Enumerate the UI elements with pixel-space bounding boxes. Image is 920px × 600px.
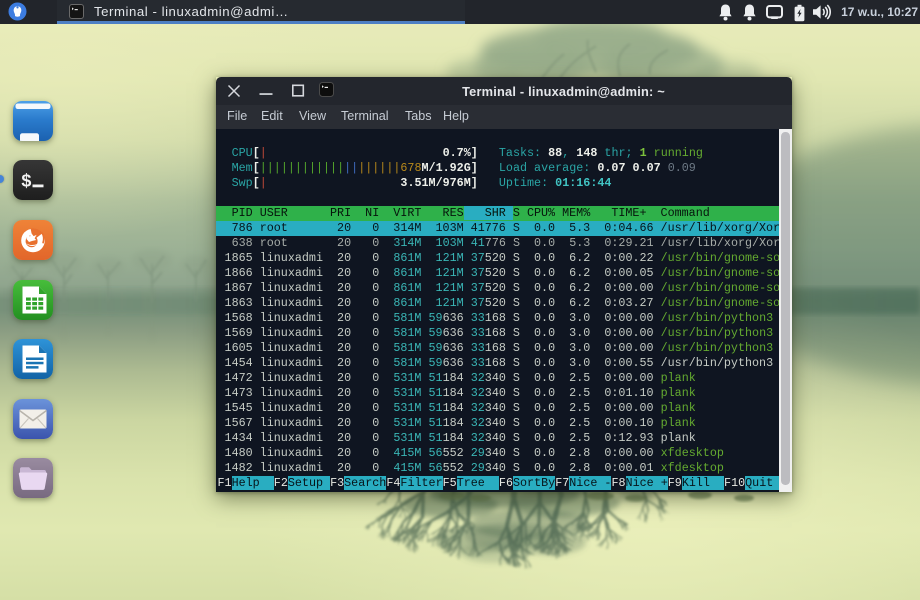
svg-text:$: $ [21, 173, 32, 193]
